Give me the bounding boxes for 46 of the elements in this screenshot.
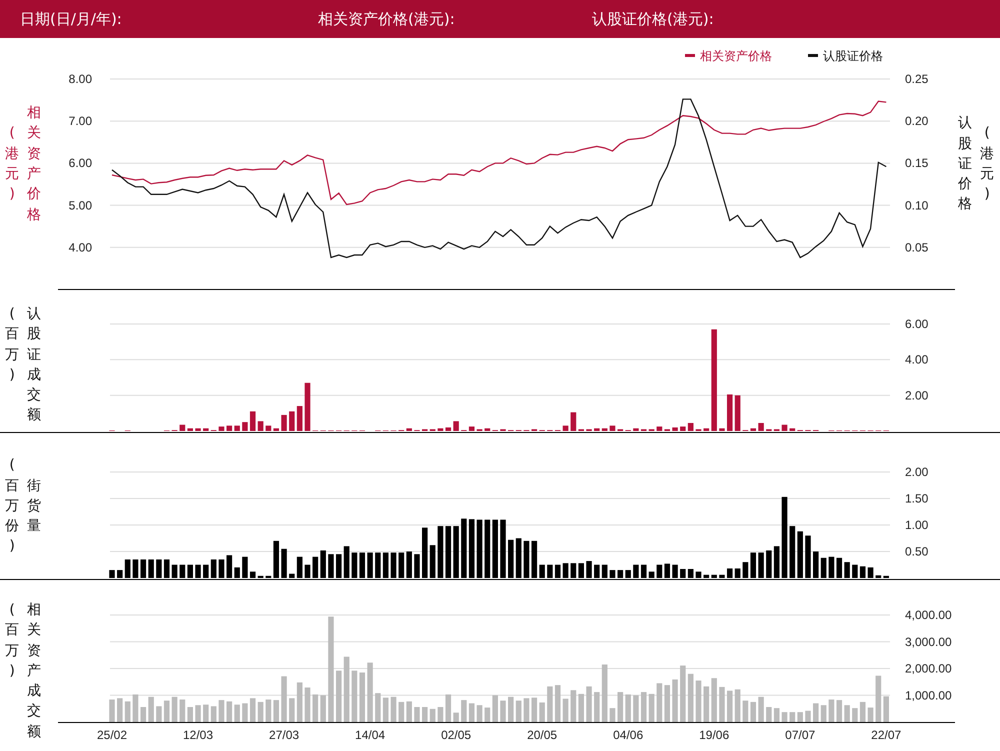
axis-tick-label: 2,000.00 bbox=[905, 662, 952, 676]
axis-tick-label: 4.00 bbox=[68, 240, 92, 254]
axis-tick-label: 2.00 bbox=[905, 465, 928, 479]
axis-tick-label: 6.00 bbox=[68, 156, 92, 170]
axis-tick-label: 4.00 bbox=[905, 352, 928, 367]
header-label: 认股证价格(港元): bbox=[592, 10, 715, 28]
axis-tick-label: 5.00 bbox=[68, 198, 92, 212]
x-axis-label: 27/03 bbox=[269, 728, 300, 742]
x-axis-label: 04/06 bbox=[613, 728, 644, 742]
axis-unit: (百万) bbox=[4, 601, 20, 681]
axis-tick-label: 0.05 bbox=[905, 240, 928, 254]
axis-tick-label: 1.00 bbox=[905, 518, 928, 532]
axis-title: 相关资产成交额 bbox=[26, 601, 42, 742]
axis-tick-label: 6.00 bbox=[905, 317, 928, 331]
axis-tick-label: 0.15 bbox=[905, 156, 928, 170]
x-axis-label: 02/05 bbox=[441, 728, 472, 742]
axis-unit: (港元) bbox=[979, 124, 996, 204]
header-label: 日期(日/月/年): bbox=[20, 10, 123, 28]
legend-label: 认股证价格 bbox=[823, 49, 883, 63]
axis-tick-label: 7.00 bbox=[68, 114, 92, 128]
axis-tick-label: 1,000.00 bbox=[905, 688, 952, 702]
axis-title: 相关资产价格 bbox=[26, 104, 42, 225]
x-axis-label: 19/06 bbox=[699, 728, 730, 742]
axis-tick-label: 0.50 bbox=[905, 544, 928, 558]
header-label: 相关资产价格(港元): bbox=[318, 10, 456, 28]
axis-tick-label: 0.25 bbox=[905, 72, 928, 86]
axis-tick-label: 2.00 bbox=[905, 388, 928, 402]
axis-unit: (百万) bbox=[4, 305, 20, 385]
axis-tick-label: 8.00 bbox=[68, 72, 92, 86]
axis-unit: (百万份) bbox=[4, 456, 20, 556]
axis-title: 街货量 bbox=[26, 476, 42, 536]
x-axis-label: 22/07 bbox=[871, 728, 902, 742]
axis-tick-label: 0.20 bbox=[905, 114, 928, 128]
x-axis-label: 25/02 bbox=[96, 728, 128, 742]
axis-unit: (港元) bbox=[4, 124, 20, 204]
legend-label: 相关资产价格 bbox=[700, 49, 772, 63]
x-axis-label: 14/04 bbox=[355, 728, 386, 742]
axis-tick-label: 0.10 bbox=[905, 198, 928, 212]
x-axis-label: 07/07 bbox=[785, 728, 816, 742]
axis-tick-label: 1.50 bbox=[905, 492, 928, 506]
axis-tick-label: 4,000.00 bbox=[905, 608, 952, 622]
axis-title: 认股证价格 bbox=[957, 114, 974, 214]
axis-title: 认股证成交额 bbox=[26, 305, 42, 426]
x-axis-label: 12/03 bbox=[183, 728, 214, 742]
x-axis-label: 20/05 bbox=[527, 728, 558, 742]
axis-tick-label: 3,000.00 bbox=[905, 634, 952, 649]
